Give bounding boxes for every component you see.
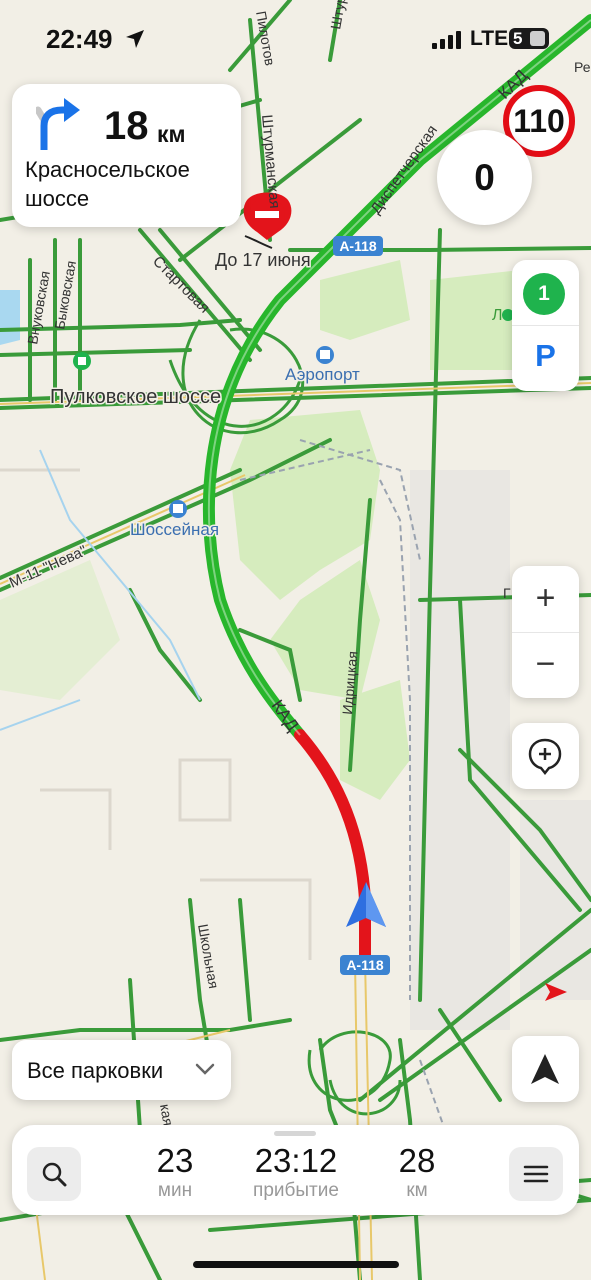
trip-distance: 28 км (382, 1143, 452, 1203)
shop-icon (73, 352, 91, 370)
airport-label: Аэропорт (285, 365, 360, 384)
add-event-icon (528, 738, 562, 775)
trip-arrival-value: 23:12 (254, 1142, 338, 1179)
airport-metro-icon (316, 346, 334, 364)
maneuver-card[interactable]: 18 км Красносельское шоссе (12, 84, 241, 227)
trip-arrival: 23:12 прибытие (240, 1143, 352, 1203)
shosseynaya-label: Шоссейная (130, 520, 219, 539)
home-indicator[interactable] (193, 1261, 399, 1268)
status-bar: 22:49 LTE 5 (0, 0, 591, 80)
recenter-button[interactable] (512, 1036, 579, 1102)
zoom-controls: + − (512, 566, 579, 698)
drag-handle[interactable] (274, 1131, 316, 1136)
signal-bars-icon (432, 31, 461, 49)
battery-empty-part (530, 31, 545, 46)
zoom-out-button[interactable]: − (512, 632, 579, 698)
gr-label: Г (503, 585, 511, 601)
add-road-event-button[interactable] (512, 723, 579, 789)
menu-icon (523, 1165, 549, 1183)
compass-icon[interactable] (545, 983, 567, 1001)
road-closure-label: До 17 июня (215, 250, 311, 270)
route-ref-label-bottom: А-118 (346, 957, 384, 973)
status-time: 22:49 (46, 24, 113, 54)
shosseynaya-station-icon (169, 500, 187, 518)
turn-right-icon (36, 98, 80, 150)
maneuver-distance: 18 (104, 104, 149, 148)
route-ref-label-top: А-118 (339, 238, 377, 254)
parking-filter-dropdown[interactable]: Все парковки (12, 1040, 231, 1100)
menu-button[interactable] (509, 1147, 563, 1201)
trip-duration-unit: мин (157, 1180, 193, 1201)
route-ref-shield-bottom: А-118 (340, 955, 390, 975)
pulkovskoe-label: Пулковское шоссе (50, 386, 221, 408)
trip-arrival-label: прибытие (253, 1180, 339, 1201)
network-type: LTE (470, 27, 509, 50)
search-button[interactable] (27, 1147, 81, 1201)
zoom-in-button[interactable]: + (512, 566, 579, 632)
search-icon (42, 1162, 67, 1187)
chevron-down-icon (195, 1063, 215, 1075)
trip-distance-value: 28 (398, 1142, 436, 1179)
navigation-arrow-icon (531, 1054, 559, 1084)
panel-divider (512, 325, 579, 326)
trip-info-bar[interactable]: 23 мин 23:12 прибытие 28 км (12, 1125, 579, 1215)
side-layers-panel: 1 P (512, 260, 579, 391)
trip-duration-value: 23 (156, 1142, 194, 1179)
maneuver-street: Красносельское шоссе (25, 157, 190, 211)
parking-filter-label: Все парковки (27, 1058, 164, 1083)
parking-button[interactable]: P (512, 338, 579, 374)
route-ref-shield-top: А-118 (333, 236, 383, 256)
current-speed: 0 (437, 130, 532, 225)
trip-distance-unit: км (406, 1180, 428, 1201)
battery-indicator: 5 (509, 28, 549, 49)
location-services-icon (126, 30, 144, 48)
battery-level: 5 (513, 29, 523, 48)
trip-duration: 23 мин (140, 1143, 210, 1203)
maneuver-distance-unit: км (157, 121, 186, 147)
events-count-badge[interactable]: 1 (523, 273, 565, 315)
